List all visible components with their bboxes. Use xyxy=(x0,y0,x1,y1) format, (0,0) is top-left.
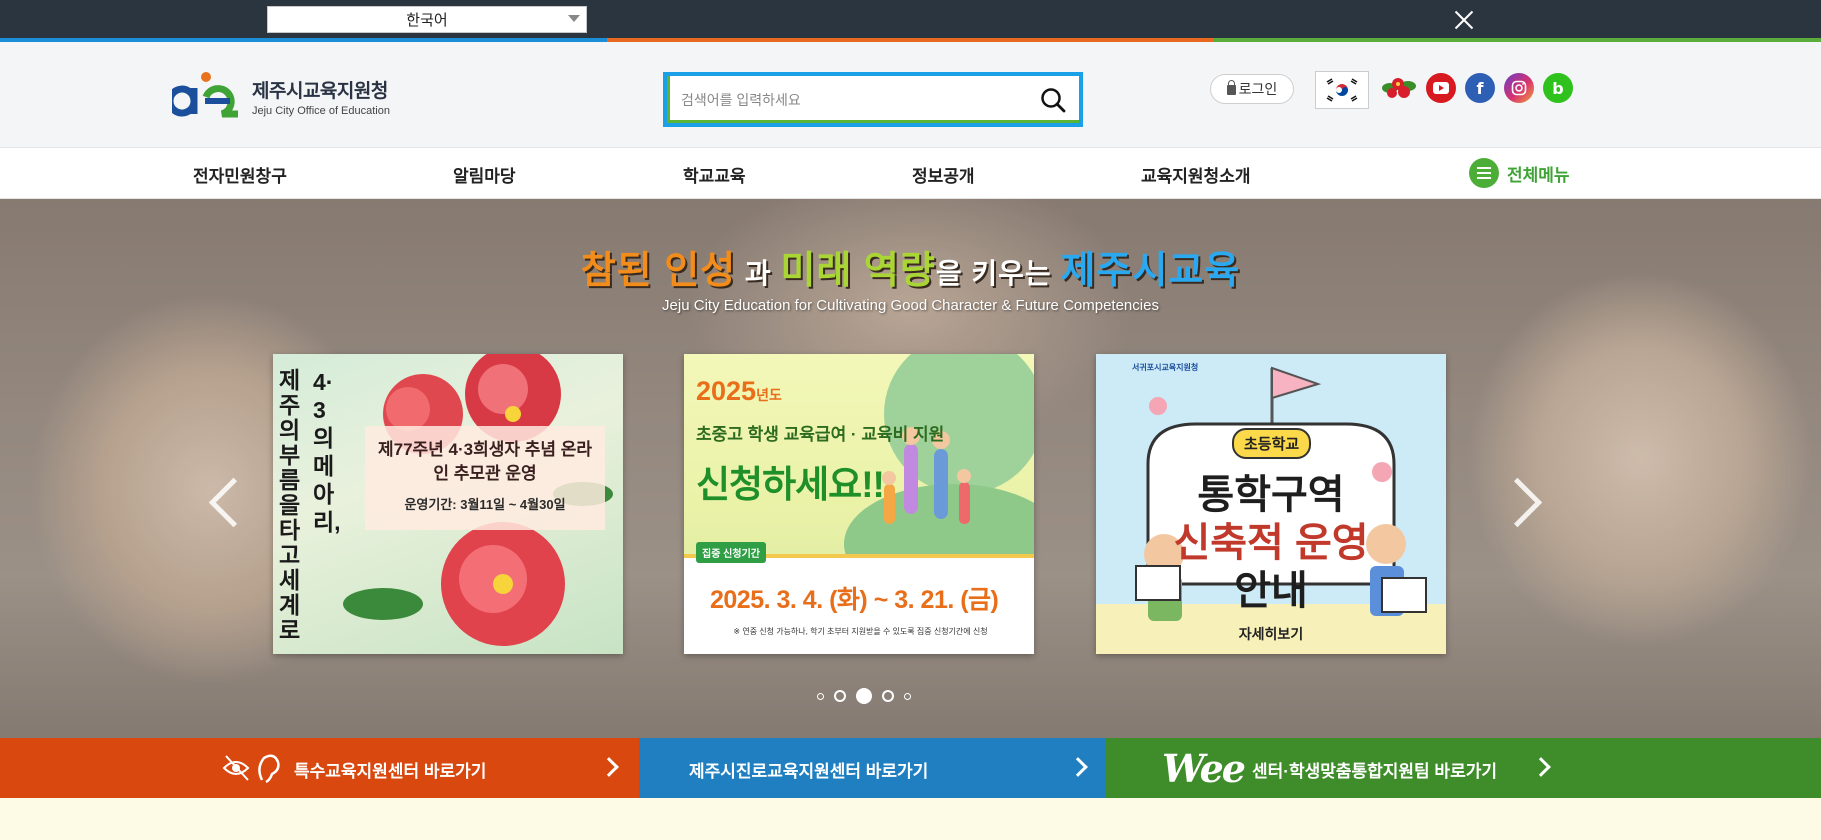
instagram-icon[interactable] xyxy=(1504,73,1534,103)
hero-title-part: 미래 역량 xyxy=(780,250,936,292)
pagination-dot-active[interactable] xyxy=(856,688,872,704)
hero-title-part: 제주시교육 xyxy=(1060,250,1241,292)
language-select[interactable]: 한국어 xyxy=(267,6,587,33)
slide3-detail-link[interactable]: 자세히보기 xyxy=(1096,624,1446,644)
login-label: 로그인 xyxy=(1238,81,1278,97)
korea-flag-icon[interactable] xyxy=(1315,71,1369,109)
slide-memorial[interactable]: 4·3의 메아리, 제주의 부름을 타고 세계로 제77주년 4·3희생자 추념… xyxy=(273,354,623,654)
lock-icon xyxy=(1226,80,1236,95)
slide2-note: ※ 연중 신청 가능하나, 학기 초부터 지원받을 수 있도록 집중 신청기간에… xyxy=(733,627,988,636)
slide2-year-suffix: 년도 xyxy=(756,387,782,403)
close-icon[interactable] xyxy=(1452,8,1476,32)
logo-title: 제주시교육지원청 xyxy=(252,80,388,102)
wee-logo: Wee xyxy=(1162,746,1246,791)
top-utility-bar: 한국어 xyxy=(0,0,1821,38)
all-menu-label: 전체메뉴 xyxy=(1507,165,1570,185)
facebook-icon[interactable]: f xyxy=(1465,73,1495,103)
chevron-down-icon xyxy=(568,15,580,22)
slider-next-arrow-icon[interactable] xyxy=(1508,477,1538,527)
slide2-line2: 신청하세요!! xyxy=(696,464,885,505)
slider-pagination xyxy=(817,688,911,704)
slide1-headline: 제77주년 4·3희생자 추념 온라인 추모관 운영 xyxy=(377,440,593,483)
special-education-label: 특수교육지원센터 바로가기 xyxy=(294,762,487,781)
login-button[interactable]: 로그인 xyxy=(1210,74,1294,104)
eye-ear-icon xyxy=(222,754,280,784)
main-navigation: 전자민원창구 알림마당 학교교육 정보공개 교육지원청소개 전체메뉴 xyxy=(0,147,1821,199)
nav-item-about[interactable]: 교육지원청소개 xyxy=(1141,162,1250,187)
site-header: 제주시교육지원청 Jeju City Office of Education 로… xyxy=(0,42,1821,147)
logo-subtitle: Jeju City Office of Education xyxy=(252,104,390,117)
hamburger-icon xyxy=(1469,158,1499,188)
nav-item-civil-service[interactable]: 전자민원창구 xyxy=(193,162,287,187)
slide1-vertical-text-1: 4·3의 메아리, xyxy=(313,369,341,535)
nav-item-information[interactable]: 정보공개 xyxy=(912,162,975,187)
career-education-link[interactable]: 제주시진로교육지원센터 바로가기 xyxy=(639,738,1106,798)
search-icon[interactable] xyxy=(1039,86,1067,114)
hero-subtitle: Jeju City Education for Cultivating Good… xyxy=(662,297,1159,314)
page-content-area xyxy=(0,798,1821,840)
language-select-value: 한국어 xyxy=(406,12,448,29)
youtube-icon[interactable] xyxy=(1426,73,1456,103)
search-box xyxy=(663,72,1083,127)
hero-title-part: 과 xyxy=(736,258,781,289)
nav-item-notice[interactable]: 알림마당 xyxy=(453,162,516,187)
slide2-badge: 집중 신청기간 xyxy=(696,542,766,563)
slide2-line1: 초중고 학생 교육급여 · 교육비 지원 xyxy=(696,425,945,444)
slide3-badge: 초등학교 xyxy=(1232,428,1312,459)
slide3-line3: 안내 xyxy=(1234,569,1308,613)
search-input[interactable] xyxy=(681,86,1021,114)
hero-banner: 참된 인성 과 미래 역량을 키우는 제주시교육 Jeju City Educa… xyxy=(0,199,1821,738)
slide1-vertical-text-2: 제주의 부름을 타고 세계로 xyxy=(279,367,301,643)
slide2-year: 2025 xyxy=(696,376,757,406)
pagination-dot[interactable] xyxy=(882,690,894,702)
pagination-dot[interactable] xyxy=(817,692,824,700)
camellia-icon[interactable] xyxy=(1378,72,1418,104)
site-logo[interactable]: 제주시교육지원청 Jeju City Office of Education xyxy=(172,70,390,122)
all-menu-button[interactable]: 전체메뉴 xyxy=(1469,158,1570,188)
special-education-link[interactable]: 특수교육지원센터 바로가기 xyxy=(0,738,639,798)
chevron-right-icon xyxy=(1531,757,1551,777)
chevron-right-icon xyxy=(1068,757,1088,777)
blog-icon[interactable]: b xyxy=(1543,73,1573,103)
slide1-period: 운영기간: 3월11일 ~ 4월30일 xyxy=(404,497,566,512)
pagination-dot[interactable] xyxy=(834,690,846,702)
hero-title: 참된 인성 과 미래 역량을 키우는 제주시교육 xyxy=(0,239,1821,294)
wee-center-link[interactable]: Wee 센터·학생맞춤통합지원팀 바로가기 xyxy=(1106,738,1821,798)
hero-title-part: 을 키우는 xyxy=(935,258,1061,289)
nav-item-school-education[interactable]: 학교교육 xyxy=(683,162,746,187)
wee-center-label: 센터·학생맞춤통합지원팀 바로가기 xyxy=(1252,762,1497,781)
slide-education-support[interactable]: 2025년도 초중고 학생 교육급여 · 교육비 지원 신청하세요!! 집중 신… xyxy=(684,354,1034,654)
pagination-dot[interactable] xyxy=(904,692,911,700)
slide2-dates: 2025. 3. 4. (화) ~ 3. 21. (금) xyxy=(710,586,999,614)
chevron-right-icon xyxy=(599,757,619,777)
hero-title-part: 참된 인성 xyxy=(580,250,737,292)
slider-prev-arrow-icon[interactable] xyxy=(208,477,238,527)
career-education-label: 제주시진로교육지원센터 바로가기 xyxy=(689,762,929,781)
slide-school-district[interactable]: 서귀포시교육지원청 초등학교 통학구역 신축적 운영 안내 자세히보기 xyxy=(1096,354,1446,654)
logo-mark-icon xyxy=(172,72,238,118)
